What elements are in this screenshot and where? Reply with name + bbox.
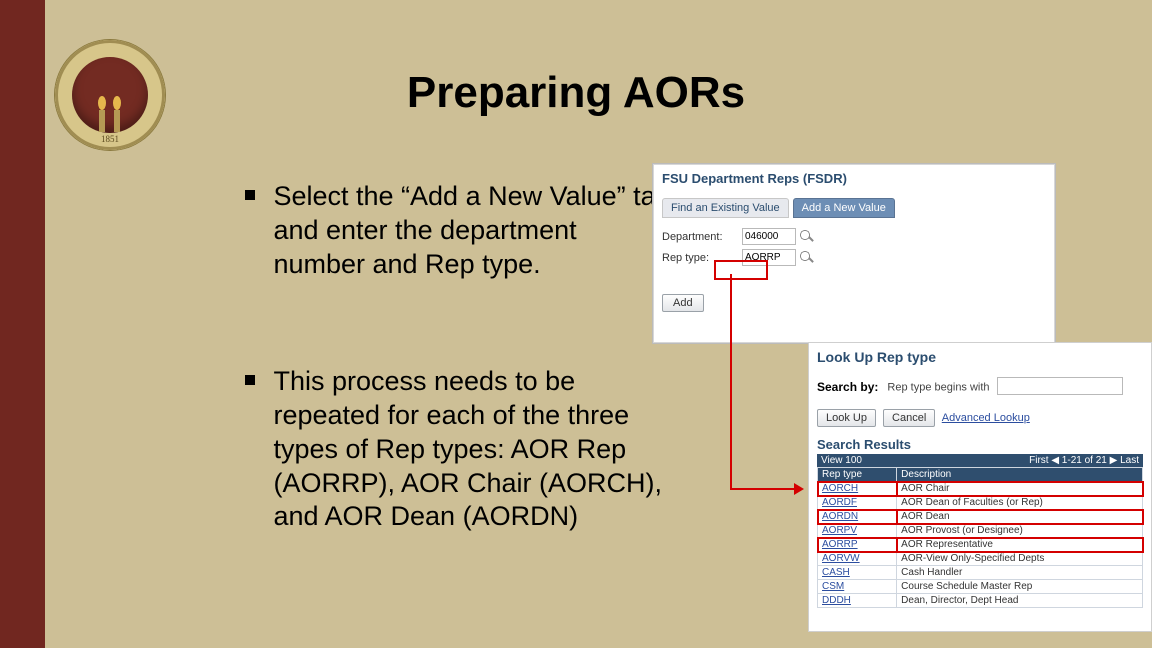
begins-with-label: begins with — [935, 382, 990, 394]
table-row[interactable]: AORRPAOR Representative — [818, 538, 1143, 552]
reptype-code[interactable]: AORDN — [818, 510, 897, 524]
tab-add-new-value[interactable]: Add a New Value — [793, 198, 895, 218]
search-results-header: Search Results — [817, 437, 1143, 452]
top-bar — [0, 0, 1152, 36]
reptype-description: AOR Representative — [897, 538, 1143, 552]
table-row[interactable]: AORDNAOR Dean — [818, 510, 1143, 524]
table-row[interactable]: CASHCash Handler — [818, 566, 1143, 580]
department-input[interactable] — [742, 228, 796, 245]
search-by-label: Search by: — [817, 380, 878, 394]
slide-title: Preparing AORs — [0, 68, 1152, 118]
connector-line — [730, 488, 796, 490]
add-button[interactable]: Add — [662, 294, 704, 312]
col-header-description[interactable]: Description — [897, 468, 1143, 482]
results-table: Rep type Description AORCHAOR ChairAORDF… — [817, 467, 1143, 608]
seal-year: 1851 — [55, 134, 165, 144]
search-field-label: Rep type — [887, 382, 931, 394]
results-pager: View 100 First ◀ 1-21 of 21 ▶ Last — [817, 454, 1143, 467]
connector-line — [730, 274, 732, 490]
lookup-icon[interactable] — [800, 251, 814, 265]
reptype-description: Course Schedule Master Rep — [897, 580, 1143, 594]
pager-view[interactable]: View 100 — [821, 455, 862, 466]
highlight-box — [714, 260, 768, 280]
reptype-description: AOR Dean of Faculties (or Rep) — [897, 496, 1143, 510]
reptype-description: Dean, Director, Dept Head — [897, 594, 1143, 608]
reptype-description: AOR-View Only-Specified Depts — [897, 552, 1143, 566]
reptype-code[interactable]: AORPV — [818, 524, 897, 538]
tab-find-existing[interactable]: Find an Existing Value — [662, 198, 789, 218]
bullet-icon — [245, 190, 255, 200]
panel-header: FSU Department Reps (FSDR) — [662, 171, 1046, 186]
reptype-code[interactable]: CSM — [818, 580, 897, 594]
reptype-code[interactable]: AORDF — [818, 496, 897, 510]
table-row[interactable]: AORCHAOR Chair — [818, 482, 1143, 496]
table-row[interactable]: AORDFAOR Dean of Faculties (or Rep) — [818, 496, 1143, 510]
reptype-code[interactable]: AORCH — [818, 482, 897, 496]
pager-range[interactable]: First ◀ 1-21 of 21 ▶ Last — [1029, 455, 1139, 466]
lookup-button[interactable]: Look Up — [817, 409, 876, 427]
reptype-description: AOR Chair — [897, 482, 1143, 496]
reptype-code[interactable]: DDDH — [818, 594, 897, 608]
table-row[interactable]: DDDHDean, Director, Dept Head — [818, 594, 1143, 608]
reptype-description: Cash Handler — [897, 566, 1143, 580]
table-row[interactable]: AORPVAOR Provost (or Designee) — [818, 524, 1143, 538]
bullet-text: This process needs to be repeated for ea… — [273, 365, 673, 534]
reptype-code[interactable]: CASH — [818, 566, 897, 580]
screenshot-add-new-value: FSU Department Reps (FSDR) Find an Exist… — [653, 164, 1055, 343]
reptype-description: AOR Dean — [897, 510, 1143, 524]
reptype-code[interactable]: AORRP — [818, 538, 897, 552]
cancel-button[interactable]: Cancel — [883, 409, 935, 427]
reptype-description: AOR Provost (or Designee) — [897, 524, 1143, 538]
search-input[interactable] — [997, 377, 1123, 395]
table-row[interactable]: CSMCourse Schedule Master Rep — [818, 580, 1143, 594]
bullet-list: Select the “Add a New Value” tab and ent… — [205, 180, 685, 568]
advanced-lookup-link[interactable]: Advanced Lookup — [942, 412, 1030, 424]
department-label: Department: — [662, 231, 738, 243]
table-row[interactable]: AORVWAOR-View Only-Specified Depts — [818, 552, 1143, 566]
lookup-icon[interactable] — [800, 230, 814, 244]
col-header-reptype[interactable]: Rep type — [818, 468, 897, 482]
bullet-icon — [245, 375, 255, 385]
screenshot-lookup-reptype: Look Up Rep type Search by: Rep type beg… — [808, 342, 1152, 632]
reptype-code[interactable]: AORVW — [818, 552, 897, 566]
bullet-text: Select the “Add a New Value” tab and ent… — [273, 180, 673, 281]
arrow-icon — [794, 483, 804, 495]
lookup-header: Look Up Rep type — [817, 349, 1143, 365]
